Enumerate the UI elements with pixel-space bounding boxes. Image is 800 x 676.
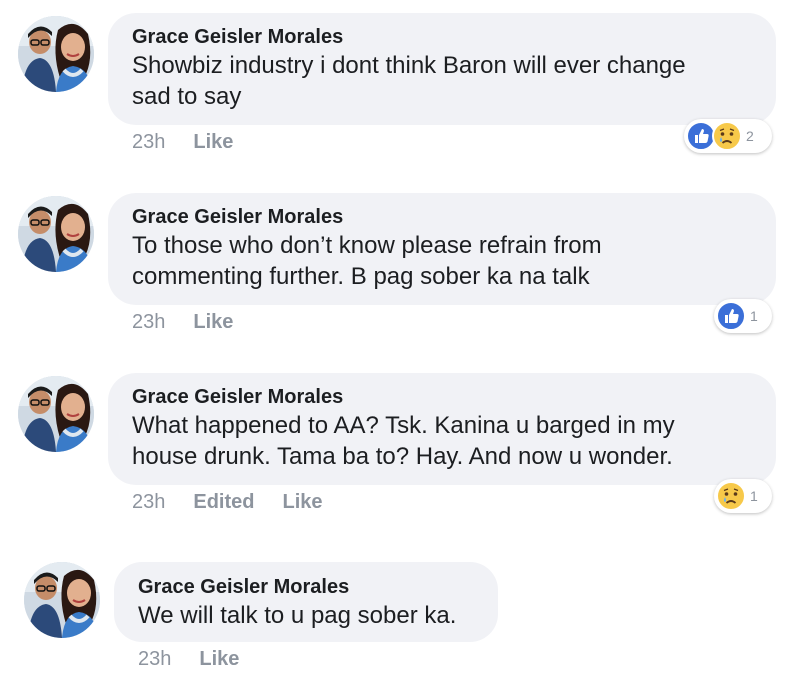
comment-text-line: We will talk to u pag sober ka. xyxy=(138,602,457,629)
reaction-count: 1 xyxy=(750,308,758,324)
comment-timestamp[interactable]: 23h xyxy=(138,648,171,670)
comment-author[interactable]: Grace Geisler Morales xyxy=(132,205,752,229)
comment-author[interactable]: Grace Geisler Morales xyxy=(132,385,752,409)
reaction-summary[interactable]: 1 xyxy=(714,299,772,333)
avatar[interactable] xyxy=(18,376,94,452)
reaction-count: 2 xyxy=(746,128,754,144)
comment-text-line: Showbiz industry i dont think Baron will… xyxy=(132,52,686,79)
comment-text-line: commenting further. B pag sober ka na ta… xyxy=(132,263,590,290)
comment-bubble: Grace Geisler Morales Showbiz industry i… xyxy=(108,13,776,125)
comment-timestamp[interactable]: 23h xyxy=(132,491,165,513)
profile-photo xyxy=(24,562,100,638)
comment-text-line: To those who don’t know please refrain f… xyxy=(132,232,602,259)
reaction-summary[interactable]: 2 xyxy=(684,119,772,153)
reaction-count: 1 xyxy=(750,488,758,504)
avatar[interactable] xyxy=(18,196,94,272)
comment-meta: 23h Like xyxy=(132,130,233,154)
sad-icon xyxy=(712,121,742,151)
reaction-summary[interactable]: 1 xyxy=(714,479,772,513)
comment-author[interactable]: Grace Geisler Morales xyxy=(132,25,752,49)
profile-photo xyxy=(18,196,94,272)
comment-meta: 23h Edited Like xyxy=(132,490,323,514)
comment-author[interactable]: Grace Geisler Morales xyxy=(138,575,474,599)
comment-text-line: sad to say xyxy=(132,83,242,110)
comment-text-line: What happened to AA? Tsk. Kanina u barge… xyxy=(132,412,675,439)
comment-timestamp[interactable]: 23h xyxy=(132,311,165,333)
avatar[interactable] xyxy=(24,562,100,638)
comment-timestamp[interactable]: 23h xyxy=(132,131,165,153)
comment-bubble: Grace Geisler Morales To those who don’t… xyxy=(108,193,776,305)
comment-bubble: Grace Geisler Morales We will talk to u … xyxy=(114,562,498,642)
edited-label[interactable]: Edited xyxy=(193,491,254,513)
like-button[interactable]: Like xyxy=(193,131,233,153)
comment-meta: 23h Like xyxy=(138,647,239,671)
profile-photo xyxy=(18,16,94,92)
comment-text-line: house drunk. Tama ba to? Hay. And now u … xyxy=(132,443,673,470)
comment-meta: 23h Like xyxy=(132,310,233,334)
like-icon xyxy=(716,301,746,331)
comment-bubble: Grace Geisler Morales What happened to A… xyxy=(108,373,776,485)
profile-photo xyxy=(18,376,94,452)
like-button[interactable]: Like xyxy=(199,648,239,670)
sad-icon xyxy=(716,481,746,511)
like-button[interactable]: Like xyxy=(283,491,323,513)
avatar[interactable] xyxy=(18,16,94,92)
like-button[interactable]: Like xyxy=(193,311,233,333)
